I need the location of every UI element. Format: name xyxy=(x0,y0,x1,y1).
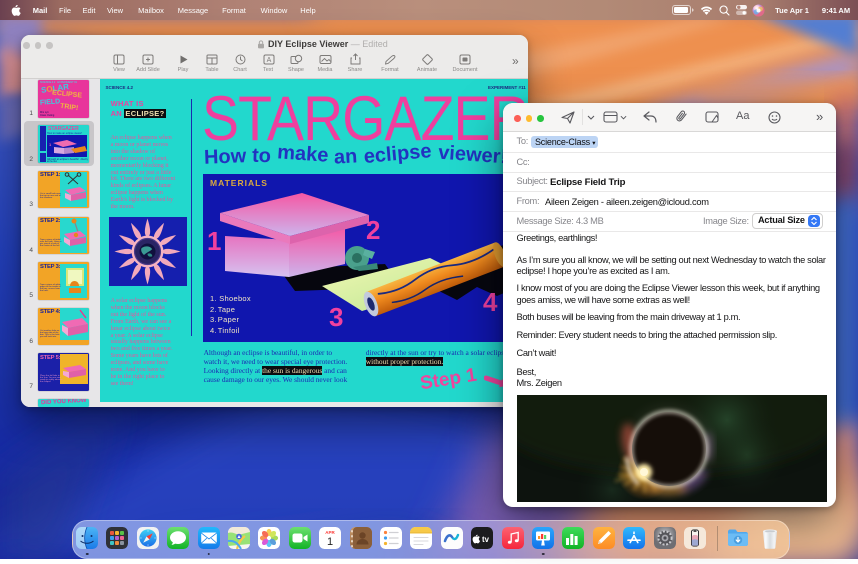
svg-text:4: 4 xyxy=(483,287,498,317)
svg-text:1: 1 xyxy=(207,226,221,256)
svg-text:2: 2 xyxy=(366,215,380,245)
svg-text:tv: tv xyxy=(482,535,490,544)
svg-text:APR: APR xyxy=(325,530,335,535)
svg-text:1: 1 xyxy=(49,142,52,147)
svg-text:1: 1 xyxy=(327,536,333,548)
svg-text:A: A xyxy=(267,57,272,64)
svg-text:3: 3 xyxy=(329,302,343,332)
